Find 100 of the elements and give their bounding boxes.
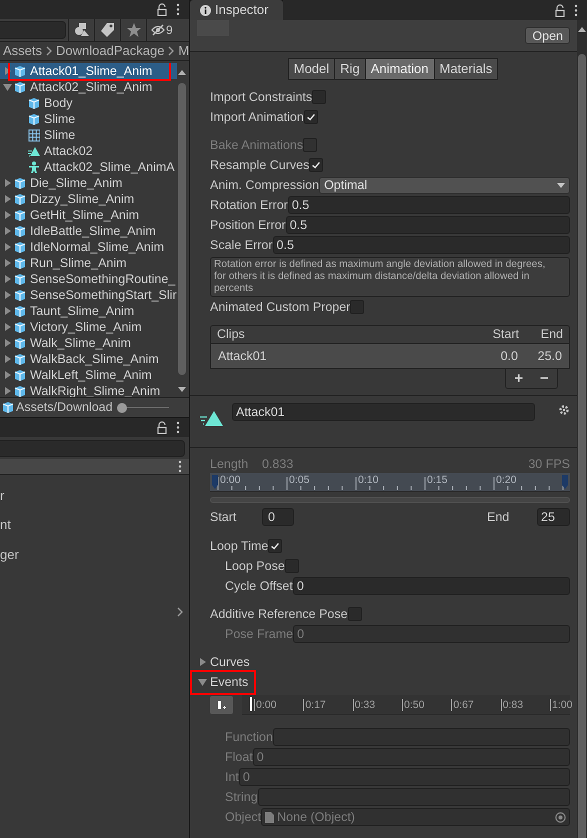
collapsed-arrow-icon[interactable]: [4, 66, 10, 76]
events-ruler[interactable]: 0:00 0:17 0:33 0:50 0:67 0:83 1:00: [242, 695, 570, 715]
dropdown-caret-icon: [557, 182, 565, 188]
scrollbar-thumb[interactable]: [178, 83, 186, 375]
chevron-icon: [168, 46, 174, 56]
list-item[interactable]: ger: [0, 545, 189, 563]
settings-icon[interactable]: [558, 404, 570, 416]
add-event-icon: [216, 700, 226, 710]
tree-item[interactable]: Attack02_Slime_AnimA: [0, 159, 177, 175]
slider-thumb[interactable]: [116, 402, 127, 412]
hidden-count-button[interactable]: 9: [146, 19, 177, 41]
input-field[interactable]: 0.5: [288, 196, 570, 214]
input-field[interactable]: 25: [537, 508, 570, 526]
inspector-tab[interactable]: Inspector: [190, 0, 283, 20]
remove-button[interactable]: −: [540, 370, 549, 386]
foldout-toggle[interactable]: Curves: [198, 652, 250, 672]
tree-item[interactable]: Taunt_Slime_Anim: [0, 303, 177, 319]
clip-name-field[interactable]: Attack01: [232, 403, 535, 421]
scroll-up-icon[interactable]: [578, 26, 586, 32]
tree-item[interactable]: WalkLeft_Slime_Anim: [0, 367, 177, 383]
breadcrumb-item[interactable]: DownloadPackage: [56, 41, 164, 61]
list-item[interactable]: r: [0, 489, 189, 503]
search-field[interactable]: [0, 21, 66, 39]
expanded-arrow-icon: [198, 678, 207, 686]
add-event-button[interactable]: [210, 696, 233, 714]
check-icon: [269, 540, 282, 552]
tree-item[interactable]: Walk_Slime_Anim: [0, 335, 177, 351]
add-button[interactable]: +: [514, 370, 524, 386]
list-item[interactable]: nt: [0, 515, 189, 533]
object-field: None (Object): [261, 808, 570, 826]
field-label: Function: [224, 728, 273, 746]
menu-icon[interactable]: [176, 421, 180, 434]
chevron-icon[interactable]: [177, 607, 183, 617]
check-icon: [304, 111, 317, 123]
end-handle-icon[interactable]: [562, 475, 568, 489]
breadcrumb-item[interactable]: M: [178, 41, 189, 61]
menu-icon[interactable]: [176, 3, 180, 16]
clip-row[interactable]: Attack01 0.0 25.0: [211, 344, 569, 368]
input-field[interactable]: 0: [292, 577, 570, 595]
lock-icon[interactable]: [156, 3, 168, 16]
lock-icon[interactable]: [156, 421, 168, 434]
checkbox[interactable]: [304, 110, 318, 124]
tree-item[interactable]: Attack02_Slime_Anim: [0, 79, 177, 95]
tree-item[interactable]: WalkBack_Slime_Anim: [0, 351, 177, 367]
tree-item[interactable]: Run_Slime_Anim: [0, 255, 177, 271]
tick-label: 0:00: [254, 699, 276, 711]
scrollbar-thumb[interactable]: [578, 54, 586, 838]
tree-item[interactable]: Slime: [0, 111, 177, 127]
start-handle-icon[interactable]: [212, 475, 218, 489]
tree-item[interactable]: SenseSomethingRoutine_: [0, 271, 177, 287]
expanded-arrow-icon[interactable]: [2, 83, 12, 91]
eye-slash-icon: [151, 24, 165, 36]
breadcrumb-item[interactable]: Assets: [3, 41, 42, 61]
input-field[interactable]: 0.5: [272, 236, 570, 254]
field-label: Object: [224, 808, 262, 826]
lock-icon[interactable]: [554, 4, 566, 16]
tree-item[interactable]: IdleNormal_Slime_Anim: [0, 239, 177, 255]
tree-item[interactable]: SenseSomethingStart_Slir: [0, 287, 177, 303]
tag-icon: [100, 22, 116, 38]
menu-icon[interactable]: [178, 460, 182, 473]
tree-item[interactable]: Body: [0, 95, 177, 111]
check-icon: [310, 159, 322, 171]
foldout-toggle[interactable]: Events: [198, 672, 248, 692]
timeline-ruler[interactable]: 0:00 0:05 0:10 0:15 0:20: [210, 473, 570, 492]
tree-item[interactable]: Victory_Slime_Anim: [0, 319, 177, 335]
tick-label: 0:00: [220, 474, 240, 486]
tree-item[interactable]: Die_Slime_Anim: [0, 175, 177, 191]
tab[interactable]: Animation: [366, 58, 434, 80]
checkbox[interactable]: [309, 158, 324, 172]
timeline-scrollbar[interactable]: [210, 497, 570, 503]
search-field[interactable]: [0, 440, 185, 456]
model-cube-icon: [14, 320, 26, 334]
model-cube-icon: [14, 240, 26, 254]
tree-item[interactable]: Attack02: [0, 143, 177, 159]
checkbox[interactable]: [268, 539, 282, 553]
menu-icon[interactable]: [574, 4, 578, 16]
shapes-icon: [74, 22, 90, 38]
input-field[interactable]: 0: [262, 508, 294, 526]
input-field[interactable]: 0.5: [286, 216, 570, 234]
compression-dropdown[interactable]: Optimal: [319, 176, 570, 194]
mesh-grid-icon: [28, 128, 40, 142]
tick-label: 0:20: [496, 474, 516, 486]
tree-item[interactable]: GetHit_Slime_Anim: [0, 207, 177, 223]
tree-item[interactable]: WalkRight_Slime_Anim: [0, 383, 177, 397]
scroll-up-icon[interactable]: [178, 69, 186, 75]
tree-item[interactable]: Slime: [0, 127, 177, 143]
column-header: Clips: [217, 326, 246, 344]
target-icon[interactable]: [555, 812, 566, 822]
tab[interactable]: Rig: [335, 58, 366, 80]
input-field: 0: [252, 748, 570, 766]
tree-item[interactable]: Dizzy_Slime_Anim: [0, 191, 177, 207]
zoom-slider[interactable]: [116, 402, 169, 412]
scroll-down-icon[interactable]: [178, 387, 186, 393]
open-button[interactable]: Open: [525, 27, 570, 44]
model-cube-icon: [14, 304, 26, 318]
tab[interactable]: Materials: [434, 58, 498, 80]
field-label: Start: [210, 508, 238, 526]
selected-tree-item[interactable]: Attack01_Slime_Anim: [0, 63, 177, 79]
tree-item[interactable]: IdleBattle_Slime_Anim: [0, 223, 177, 239]
tab[interactable]: Model: [288, 58, 336, 80]
